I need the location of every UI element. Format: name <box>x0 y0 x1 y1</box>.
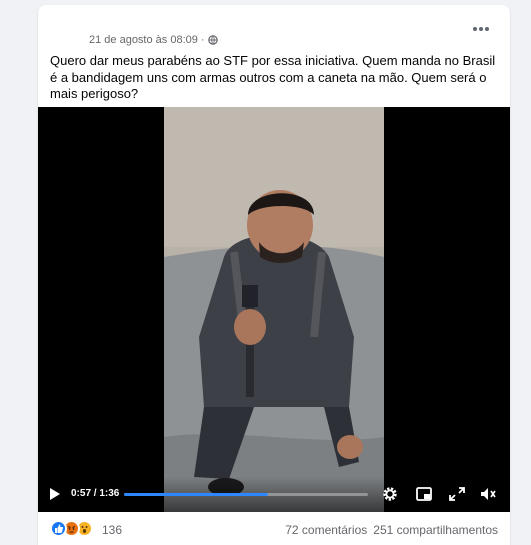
post-footer: 136 72 comentários 251 compartilhamentos <box>38 512 510 545</box>
fullscreen-icon[interactable] <box>448 486 466 502</box>
volume-icon[interactable] <box>479 486 497 502</box>
video-progress-fill <box>124 493 268 496</box>
globe-icon <box>207 35 218 45</box>
more-options-icon[interactable] <box>470 20 492 38</box>
like-reaction-icon <box>50 520 67 537</box>
post-timestamp[interactable]: 21 de agosto às 08:09 <box>89 34 198 46</box>
comments-count[interactable]: 72 comentários <box>285 523 367 537</box>
post-header: 21 de agosto às 08:09 · <box>38 5 510 51</box>
reaction-count[interactable]: 136 <box>102 523 122 537</box>
post-stats: 72 comentários 251 compartilhamentos <box>285 523 498 537</box>
post-card: 21 de agosto às 08:09 · Quero dar meus p… <box>38 5 510 545</box>
video-player[interactable]: 0:57 / 1:36 <box>38 107 510 512</box>
video-controls: 0:57 / 1:36 <box>38 476 510 512</box>
picture-in-picture-icon[interactable] <box>415 486 433 502</box>
play-icon[interactable] <box>48 487 62 501</box>
video-frame <box>164 107 384 512</box>
post-text: Quero dar meus parabéns ao STF por essa … <box>50 53 496 101</box>
reactions-summary[interactable] <box>50 520 93 537</box>
video-scene <box>164 107 384 512</box>
settings-gear-icon[interactable] <box>381 486 399 502</box>
post-meta: 21 de agosto às 08:09 · <box>89 34 218 46</box>
video-time: 0:57 / 1:36 <box>71 488 120 499</box>
video-progress-bar[interactable] <box>124 493 368 496</box>
meta-separator: · <box>200 34 205 46</box>
shares-count[interactable]: 251 compartilhamentos <box>373 523 498 537</box>
